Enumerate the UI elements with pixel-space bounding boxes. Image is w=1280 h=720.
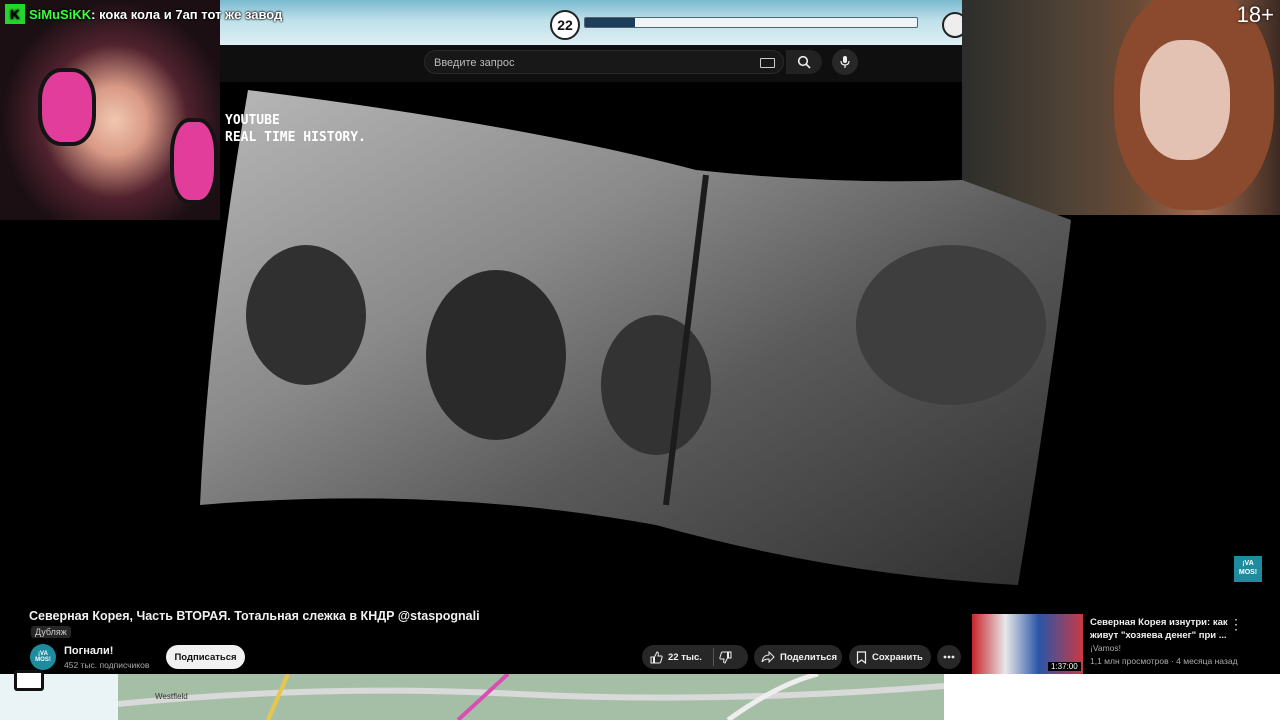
like-divider bbox=[712, 648, 714, 666]
like-count[interactable]: 22 тыс. bbox=[668, 652, 702, 663]
search-button[interactable] bbox=[786, 50, 822, 74]
webcam-left bbox=[0, 0, 220, 220]
bottom-right-panel bbox=[944, 674, 1280, 720]
progress-bar bbox=[584, 17, 918, 28]
microphone-icon bbox=[840, 56, 850, 68]
save-button[interactable]: Сохранить bbox=[849, 645, 931, 669]
recommendation-duration: 1:37:00 bbox=[1048, 662, 1081, 671]
search-input[interactable]: Введите запрос bbox=[424, 50, 784, 74]
watermark-line: REAL TIME HISTORY. bbox=[225, 130, 366, 145]
webcam-person-face bbox=[1140, 40, 1230, 160]
map-roads bbox=[118, 674, 944, 720]
headphones-icon bbox=[38, 68, 96, 146]
map-location-label: Westfield bbox=[155, 692, 188, 701]
chat-text: : кока кола и 7ап тот же завод bbox=[91, 6, 283, 22]
progress-counter: 22 bbox=[550, 10, 580, 40]
save-label: Сохранить bbox=[872, 651, 923, 663]
bookmark-icon bbox=[856, 650, 867, 664]
video-watermark: YOUTUBE REAL TIME HISTORY. bbox=[225, 112, 366, 146]
chat-message: K SiMuSiKK : кока кола и 7ап тот же заво… bbox=[0, 3, 282, 25]
voice-search-button[interactable] bbox=[832, 49, 858, 75]
thumbs-down-icon[interactable] bbox=[719, 651, 732, 664]
progress-bar-fill bbox=[585, 18, 635, 27]
share-button[interactable]: Поделиться bbox=[754, 645, 842, 669]
dub-badge: Дубляж bbox=[31, 626, 71, 638]
subscribe-button[interactable]: Подписаться bbox=[166, 645, 245, 669]
more-actions-button[interactable] bbox=[937, 645, 961, 669]
kick-badge-icon: K bbox=[5, 4, 25, 24]
chat-username: SiMuSiKK bbox=[29, 6, 92, 22]
subscriber-count: 452 тыс. подписчиков bbox=[64, 660, 150, 670]
channel-name[interactable]: Погнали! bbox=[64, 645, 113, 657]
channel-watermark[interactable]: ¡VA MOS! bbox=[1234, 556, 1262, 582]
search-icon bbox=[797, 55, 811, 69]
keyboard-icon[interactable] bbox=[760, 58, 775, 68]
game-map-bottom bbox=[118, 674, 944, 720]
recommendation-meta: 1,1 млн просмотров · 4 месяца назад bbox=[1090, 656, 1238, 666]
recommendation-title[interactable]: Северная Корея изнутри: как живут "хозяе… bbox=[1090, 616, 1235, 642]
age-rating-label: 18+ bbox=[1236, 2, 1274, 27]
like-dislike-group: 22 тыс. bbox=[642, 645, 748, 669]
video-player[interactable] bbox=[196, 85, 1076, 590]
video-title: Северная Корея, Часть ВТОРАЯ. Тотальная … bbox=[29, 609, 480, 623]
thumbs-up-icon[interactable] bbox=[650, 650, 663, 664]
recommendation-channel[interactable]: ¡Vamos! bbox=[1090, 643, 1121, 653]
watermark-line: YOUTUBE bbox=[225, 113, 280, 128]
share-label: Поделиться bbox=[780, 651, 838, 663]
more-dots-icon bbox=[943, 655, 955, 659]
share-icon bbox=[761, 651, 775, 663]
recommendation-menu-icon[interactable]: ⋮ bbox=[1229, 616, 1243, 633]
channel-avatar[interactable]: ¡VA MOS! bbox=[30, 644, 56, 670]
monitor-icon bbox=[14, 670, 44, 691]
